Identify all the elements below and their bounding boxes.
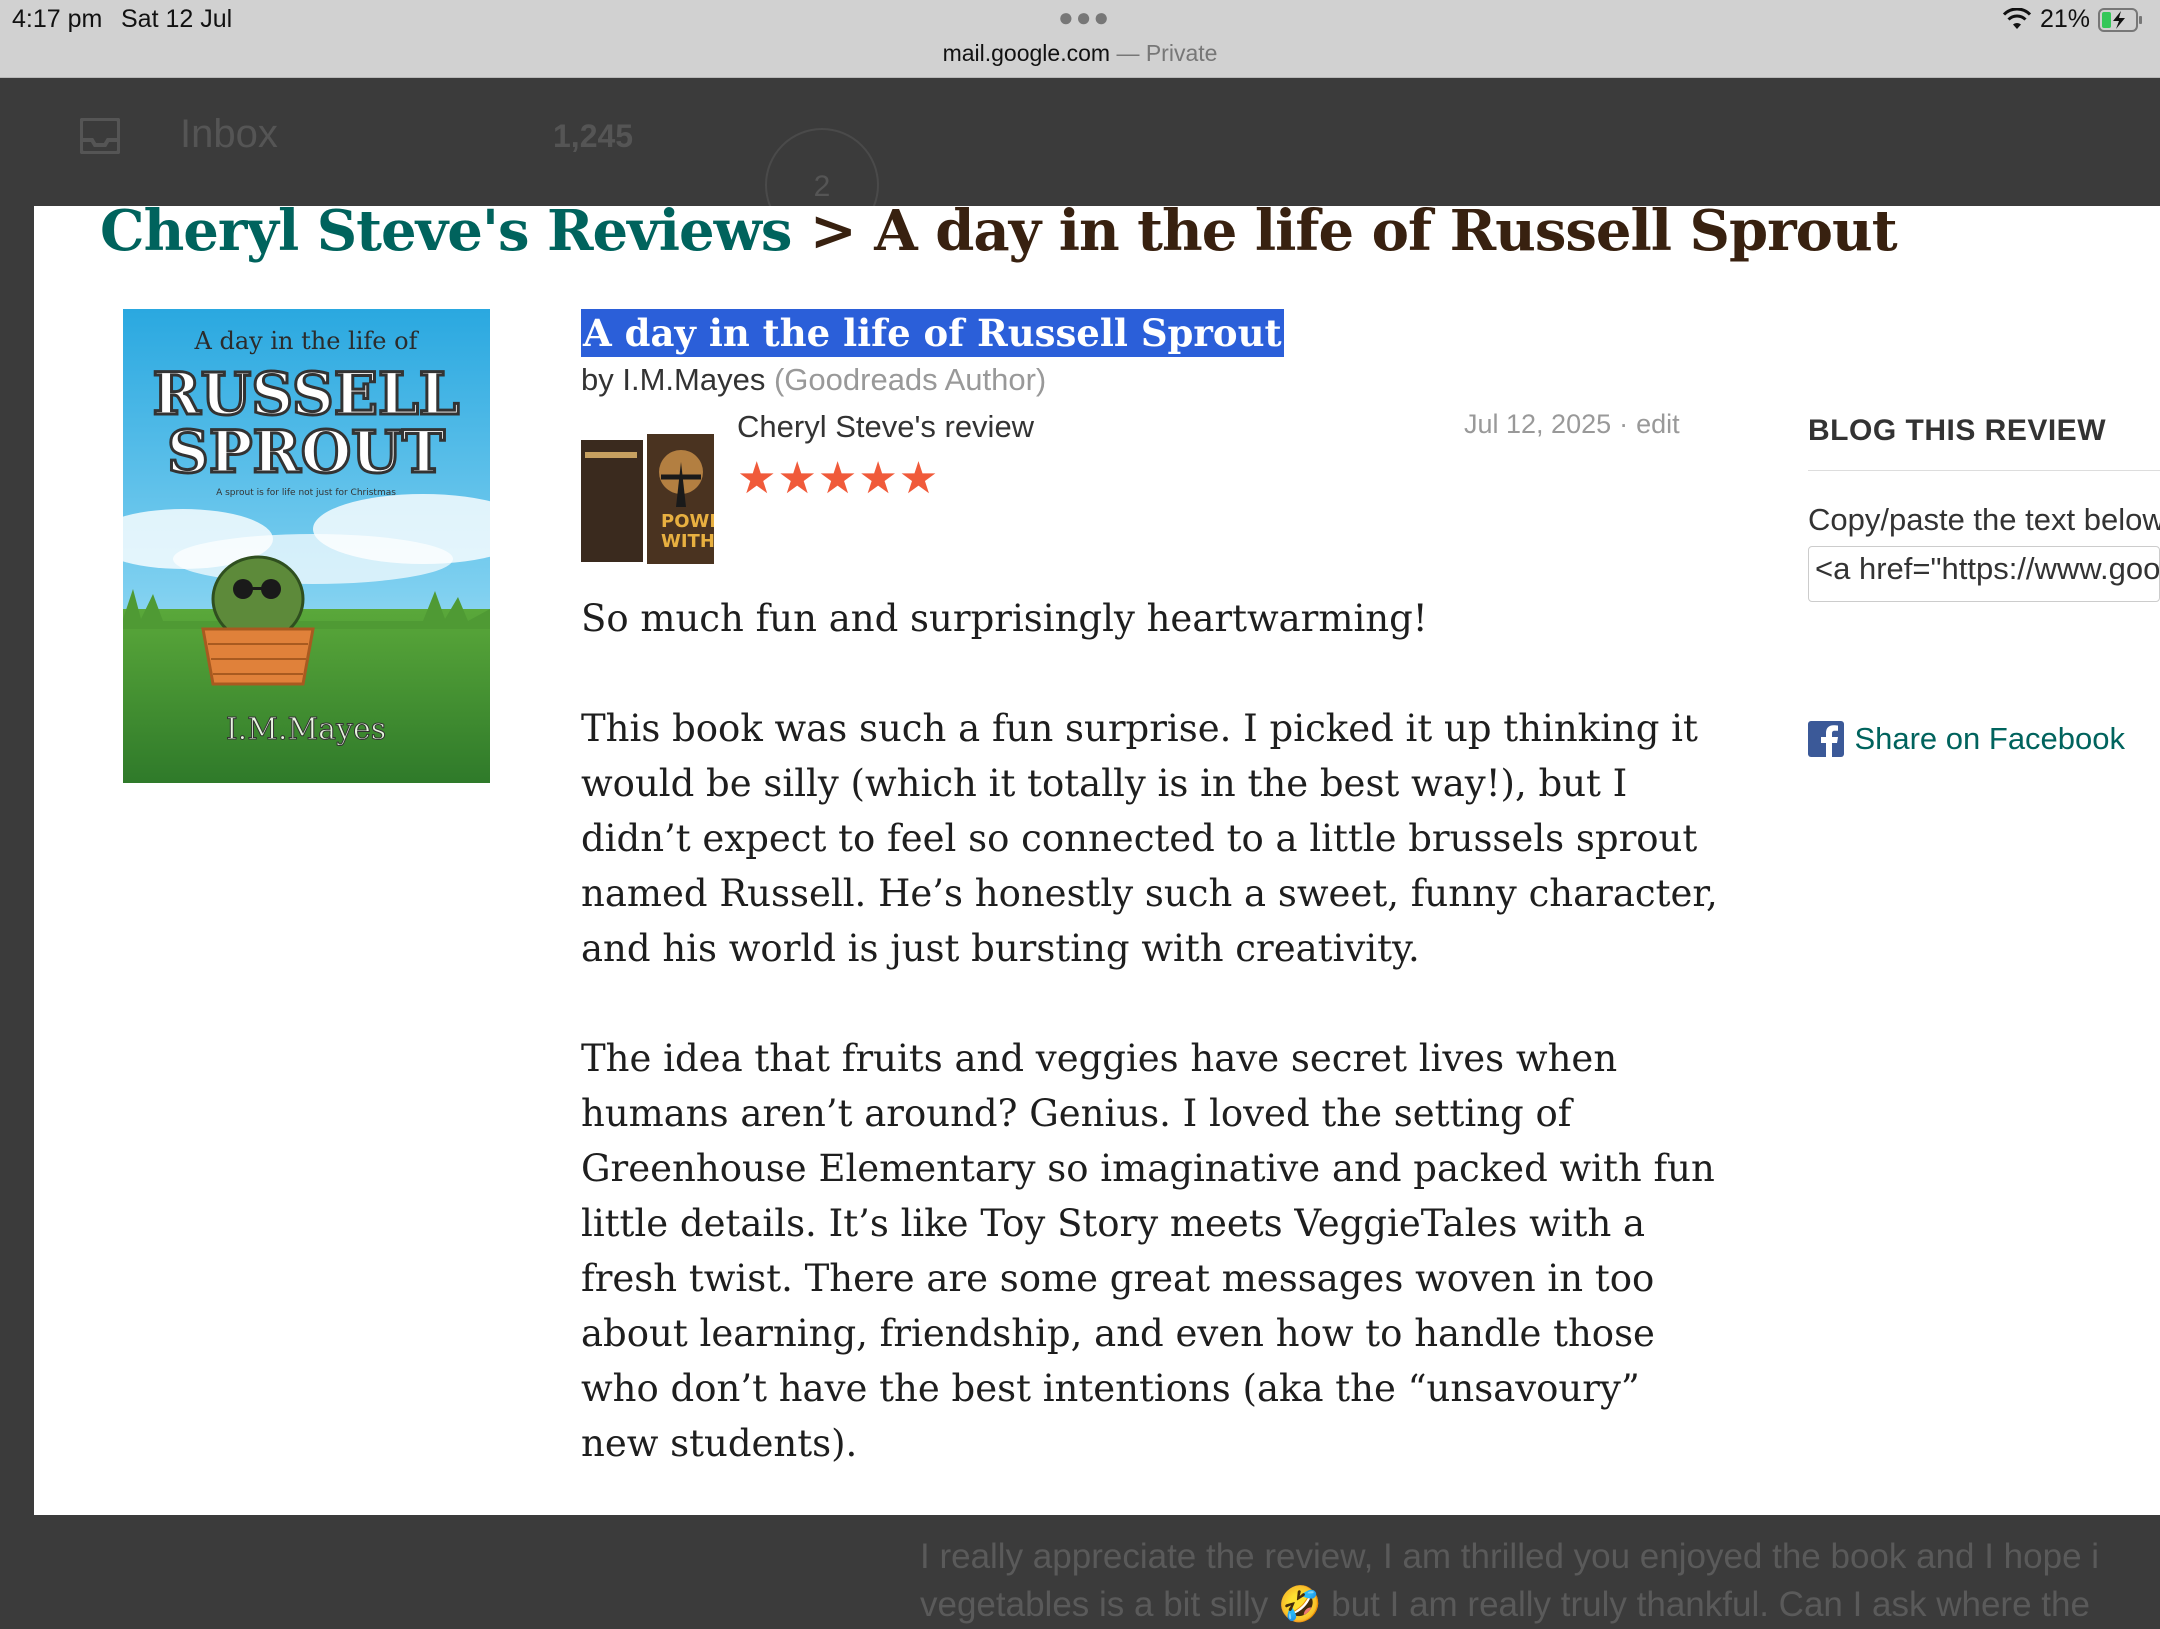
- reply-line: vegetables is a bit silly 🤣 but I am rea…: [920, 1585, 2090, 1624]
- author-link[interactable]: I.M.Mayes: [622, 362, 765, 397]
- inbox-count: 1,245: [553, 118, 634, 154]
- email-reply-text: I really appreciate the review, I am thr…: [920, 1533, 2160, 1629]
- avatar-image: POWE WITHI: [581, 432, 714, 566]
- star-rating: ★★★★★: [737, 454, 940, 503]
- cover-tagline: A sprout is for life not just for Christ…: [216, 488, 396, 498]
- wifi-icon: [2002, 8, 2032, 29]
- inbox-label[interactable]: Inbox: [180, 112, 278, 157]
- byline: by I.M.Mayes (Goodreads Author): [581, 362, 1046, 398]
- share-facebook-link[interactable]: Share on Facebook: [1808, 721, 2125, 757]
- status-date: Sat 12 Jul: [121, 5, 233, 33]
- private-label: — Private: [1116, 40, 1218, 66]
- battery-charging-icon: [2098, 8, 2142, 32]
- inbox-icon: [80, 118, 120, 154]
- breadcrumb-separator: >: [809, 206, 857, 264]
- review-paragraph: The idea that fruits and veggies have se…: [581, 1037, 1715, 1465]
- facebook-icon: [1808, 721, 1844, 757]
- author-tag: (Goodreads Author): [773, 362, 1047, 397]
- reviewer-link[interactable]: Cheryl Steve's review: [737, 409, 1034, 445]
- breadcrumb-reviewer-link[interactable]: Cheryl Steve's Reviews: [100, 206, 792, 264]
- reviewer-avatar[interactable]: POWE WITHI: [581, 432, 714, 566]
- edit-link[interactable]: edit: [1636, 409, 1680, 439]
- book-title-link[interactable]: A day in the life of Russell Sprout: [581, 309, 1284, 357]
- reply-line: I really appreciate the review, I am thr…: [920, 1537, 2100, 1576]
- blog-instructions: Copy/paste the text below: [1808, 502, 2160, 537]
- breadcrumb: Cheryl Steve's Reviews > A day in the li…: [100, 206, 1898, 264]
- avatar-text: POWE: [661, 511, 714, 532]
- review-date[interactable]: Jul 12, 2025: [1464, 409, 1611, 439]
- review-meta: Jul 12, 2025 · edit: [1464, 409, 1680, 440]
- blog-review-heading: BLOG THIS REVIEW: [1808, 414, 2107, 447]
- address-bar[interactable]: mail.google.com — Private: [0, 40, 2160, 67]
- date-separator: ·: [1619, 409, 1629, 439]
- share-facebook-label: Share on Facebook: [1854, 721, 2126, 756]
- more-dots-icon[interactable]: ●●●: [1058, 2, 1111, 33]
- blog-code-field[interactable]: <a href="https://www.goodreads.com: [1808, 546, 2160, 602]
- by-label: by: [581, 362, 614, 397]
- cover-author: I.M.Mayes: [226, 712, 386, 747]
- browser-status-bar: 4:17 pm Sat 12 Jul ●●● mail.google.com —…: [0, 0, 2160, 78]
- breadcrumb-book: A day in the life of Russell Sprout: [874, 206, 1897, 264]
- cover-title-line2: SPROUT: [167, 418, 445, 486]
- battery-percent: 21%: [2040, 5, 2091, 33]
- review-paragraph: So much fun and surprisingly heartwarmin…: [581, 597, 1428, 640]
- review-paragraph: This book was such a fun surprise. I pic…: [581, 707, 1718, 970]
- cover-illustration: A day in the life of RUSSELL SPROUT A sp…: [123, 309, 490, 783]
- book-cover-image[interactable]: A day in the life of RUSSELL SPROUT A sp…: [123, 309, 490, 783]
- cover-small-title: A day in the life of: [194, 327, 420, 355]
- badge-value: 2: [813, 170, 831, 203]
- review-text: So much fun and surprisingly heartwarmin…: [581, 591, 1731, 1515]
- status-time: 4:17 pm: [12, 5, 103, 33]
- avatar-text: WITHI: [661, 531, 714, 552]
- divider: [1808, 470, 2160, 471]
- review-screenshot-panel: Cheryl Steve's Reviews > A day in the li…: [34, 206, 2160, 1515]
- url-text: mail.google.com: [942, 40, 1111, 66]
